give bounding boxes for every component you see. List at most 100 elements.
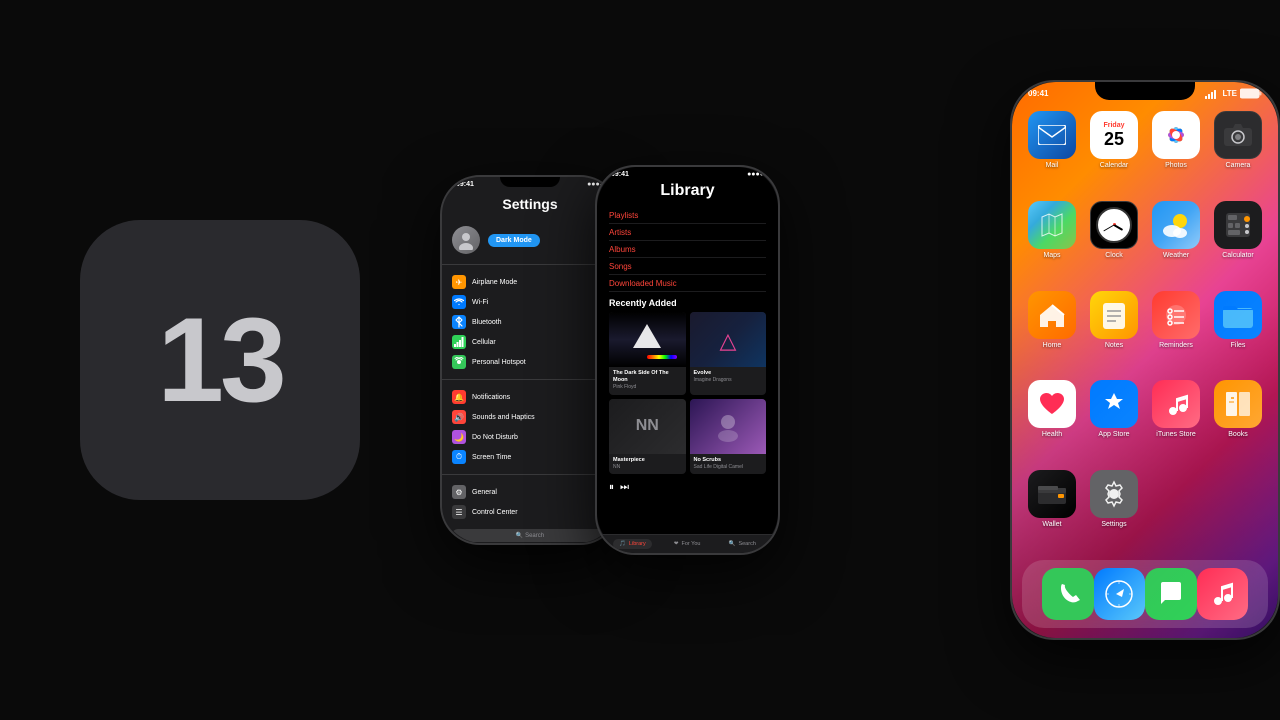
- hotspot-label: Personal Hotspot: [472, 359, 526, 366]
- ios-logo-number: 13: [157, 291, 282, 429]
- app-icon-clock[interactable]: Clock: [1088, 201, 1140, 281]
- app-icon-settings[interactable]: Settings: [1088, 470, 1140, 550]
- dnd-label: Do Not Disturb: [472, 434, 518, 441]
- app-icon-files[interactable]: Files: [1212, 291, 1264, 371]
- settings-app-label: Settings: [1101, 521, 1126, 528]
- music-nav-songs[interactable]: Songs: [609, 259, 766, 275]
- bluetooth-icon: [452, 315, 466, 329]
- notes-label: Notes: [1105, 342, 1123, 349]
- foryou-tab-label: For You: [681, 541, 700, 547]
- calendar-label: Calendar: [1100, 162, 1128, 169]
- calendar-num: 25: [1104, 130, 1124, 148]
- app-icon-notes[interactable]: Notes: [1088, 291, 1140, 371]
- wallet-icon-img: [1028, 470, 1076, 518]
- album-card-darkside[interactable]: The Dark Side Of The Moon Pink Floyd: [609, 312, 686, 395]
- app-grid: Mail Friday 25 Calendar: [1012, 101, 1278, 560]
- settings-item-control[interactable]: ☰ Control Center: [442, 502, 618, 522]
- airplane-label: Airplane Mode: [472, 279, 517, 286]
- search-label: Search: [525, 533, 544, 539]
- settings-item-dnd[interactable]: 🌙 Do Not Disturb: [442, 427, 618, 447]
- album-artist-darkside: Pink Floyd: [613, 384, 682, 391]
- home-screen: 09:41 LTE: [1012, 82, 1278, 638]
- album-artist-noscrubs: Sad Life Digital Camel: [694, 464, 763, 471]
- album-art-darkside: [609, 312, 686, 367]
- settings-item-hotspot[interactable]: Personal Hotspot: [442, 352, 618, 372]
- album-art-nn: NN: [636, 417, 659, 435]
- settings-divider-2: [442, 379, 618, 380]
- settings-item-airplane[interactable]: ✈ Airplane Mode: [442, 272, 618, 292]
- sounds-label: Sounds and Haptics: [472, 414, 535, 421]
- screentime-label: Screen Time: [472, 454, 511, 461]
- dark-mode-button[interactable]: Dark Mode: [488, 234, 540, 247]
- album-info-masterpiece: Masterpiece NN: [609, 454, 686, 475]
- album-card-masterpiece[interactable]: NN Masterpiece NN: [609, 399, 686, 475]
- prism-rainbow: [647, 355, 677, 359]
- clock-hour-hand: [1114, 224, 1124, 231]
- app-icon-camera[interactable]: Camera: [1212, 111, 1264, 191]
- music-tab-library[interactable]: 🎵 Library: [613, 539, 652, 549]
- app-icon-maps[interactable]: Maps: [1026, 201, 1078, 281]
- music-tab-search[interactable]: 🔍 Search: [723, 539, 762, 549]
- dnd-icon: 🌙: [452, 430, 466, 444]
- mail-icon-img: [1028, 111, 1076, 159]
- settings-item-notifications[interactable]: 🔔 Notifications: [442, 387, 618, 407]
- books-label: Books: [1228, 431, 1247, 438]
- settings-item-wifi[interactable]: Wi-Fi: [442, 292, 618, 312]
- settings-search[interactable]: 🔍 Search: [452, 529, 608, 542]
- app-icon-appstore[interactable]: App Store: [1088, 380, 1140, 460]
- app-icon-itunes[interactable]: iTunes Store: [1150, 380, 1202, 460]
- app-icon-home[interactable]: Home: [1026, 291, 1078, 371]
- music-header: Library: [597, 182, 778, 208]
- app-icon-wallet[interactable]: Wallet: [1026, 470, 1078, 550]
- settings-avatar: [452, 226, 480, 254]
- files-label: Files: [1231, 342, 1246, 349]
- app-icon-photos[interactable]: Photos: [1150, 111, 1202, 191]
- music-nav-albums[interactable]: Albums: [609, 242, 766, 258]
- music-nav-downloaded[interactable]: Downloaded Music: [609, 276, 766, 292]
- dock-phone-icon[interactable]: [1042, 568, 1094, 620]
- clock-face: [1096, 207, 1132, 243]
- app-icon-calendar[interactable]: Friday 25 Calendar: [1088, 111, 1140, 191]
- music-nav-playlists[interactable]: Playlists: [609, 208, 766, 224]
- dock-safari-icon[interactable]: [1094, 568, 1146, 620]
- album-card-dragons[interactable]: △ Evolve Imagine Dragons: [690, 312, 767, 395]
- app-icon-calculator[interactable]: Calculator: [1212, 201, 1264, 281]
- ios-logo: 13: [80, 220, 360, 500]
- calculator-icon-img: [1214, 201, 1262, 249]
- app-icon-reminders[interactable]: Reminders: [1150, 291, 1202, 371]
- music-tab-bar: 🎵 Library ❤ For You 🔍 Search: [597, 534, 778, 553]
- cellular-label: Cellular: [472, 339, 496, 346]
- svg-text:△: △: [719, 328, 736, 353]
- settings-item-general[interactable]: ⚙ General: [442, 482, 618, 502]
- status-right: LTE: [1205, 88, 1262, 99]
- app-icon-health[interactable]: Health: [1026, 380, 1078, 460]
- recently-added-title: Recently Added: [597, 292, 778, 312]
- itunes-label: iTunes Store: [1156, 431, 1195, 438]
- skip-forward-button[interactable]: ⏭: [620, 482, 629, 493]
- general-label: General: [472, 489, 497, 496]
- play-pause-button[interactable]: ⏸: [609, 482, 614, 493]
- general-icon: ⚙: [452, 485, 466, 499]
- cellular-icon: [452, 335, 466, 349]
- dock-music-icon[interactable]: [1197, 568, 1249, 620]
- album-artist-masterpiece: NN: [613, 464, 682, 471]
- dock-messages-icon[interactable]: [1145, 568, 1197, 620]
- app-icon-books[interactable]: Books: [1212, 380, 1264, 460]
- settings-item-cellular[interactable]: Cellular: [442, 332, 618, 352]
- app-icon-weather[interactable]: Weather: [1150, 201, 1202, 281]
- notifications-label: Notifications: [472, 394, 510, 401]
- settings-notch: [500, 177, 560, 187]
- settings-item-screentime[interactable]: ⏱ Screen Time: [442, 447, 618, 467]
- music-nav-artists[interactable]: Artists: [609, 225, 766, 241]
- album-artist-dragons: Imagine Dragons: [694, 377, 763, 384]
- settings-item-sounds[interactable]: 🔊 Sounds and Haptics: [442, 407, 618, 427]
- phone-settings: 09:41 ●●●● Settings Dark Mode ✈: [440, 175, 620, 545]
- music-tab-foryou[interactable]: ❤ For You: [668, 539, 707, 549]
- album-card-noscrubs[interactable]: No Scrubs Sad Life Digital Camel: [690, 399, 767, 475]
- settings-icon-img: [1090, 470, 1138, 518]
- settings-item-bluetooth[interactable]: Bluetooth: [442, 312, 618, 332]
- app-icon-mail[interactable]: Mail: [1026, 111, 1078, 191]
- clock-min-hand: [1103, 224, 1114, 231]
- files-icon-img: [1214, 291, 1262, 339]
- clock-label: Clock: [1105, 252, 1123, 259]
